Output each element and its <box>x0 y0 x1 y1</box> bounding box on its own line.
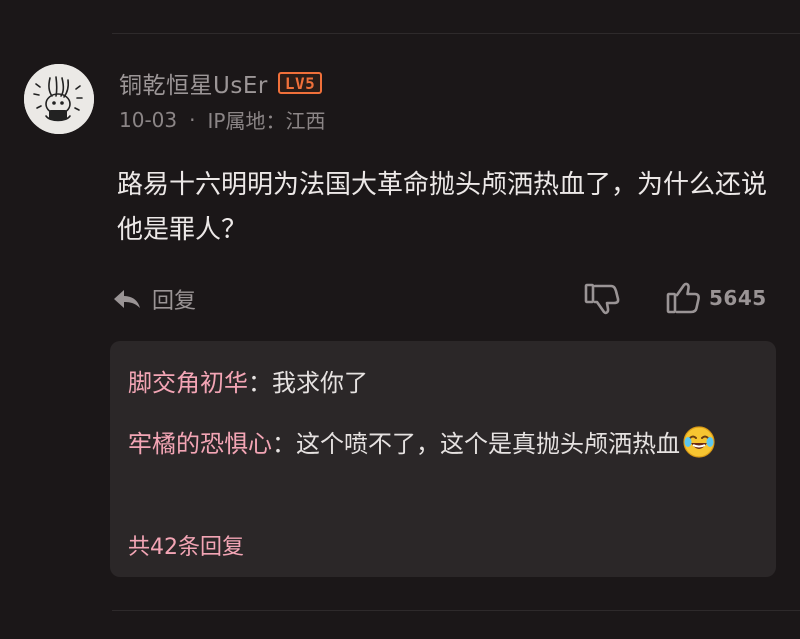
reply-item[interactable]: 脚交角初华：我求你了 <box>128 361 758 406</box>
user-row: 铜乾恒星UsEr LV5 <box>119 66 323 100</box>
comment-date: 10-03 <box>119 107 178 132</box>
top-divider <box>112 33 800 34</box>
level-badge: LV5 <box>277 72 323 94</box>
reply-separator: ： <box>272 430 296 458</box>
thumbs-down-icon <box>584 283 620 315</box>
comment-page: 铜乾恒星UsEr LV5 10-03 · IP属地：江西 路易十六明明为法国大革… <box>0 0 800 639</box>
reply-text: 我求你了 <box>272 369 368 397</box>
reply-arrow-icon <box>114 290 140 308</box>
view-all-replies-link[interactable]: 共42条回复 <box>128 529 244 561</box>
bottom-divider <box>112 610 800 611</box>
rabbit-avatar-icon <box>24 64 94 134</box>
crying-laughing-emoji-icon <box>683 426 715 458</box>
reply-text: 这个喷不了，这个是真抛头颅洒热血 <box>296 430 680 458</box>
comment-meta: 10-03 · IP属地：江西 <box>119 105 325 134</box>
like-button[interactable]: 5645 <box>665 280 767 316</box>
reply-author[interactable]: 脚交角初华 <box>128 369 248 397</box>
ip-location: IP属地：江西 <box>207 109 326 133</box>
like-count: 5645 <box>709 286 767 310</box>
reply-preview-box[interactable]: 脚交角初华：我求你了 牢橘的恐惧心：这个喷不了，这个是真抛头颅洒热血 共42条回… <box>110 341 776 577</box>
reply-separator: ： <box>248 369 272 397</box>
avatar[interactable] <box>24 64 94 134</box>
reply-author[interactable]: 牢橘的恐惧心 <box>128 430 272 458</box>
reply-item[interactable]: 牢橘的恐惧心：这个喷不了，这个是真抛头颅洒热血 <box>128 422 758 467</box>
username[interactable]: 铜乾恒星UsEr <box>119 66 268 100</box>
thumbs-up-icon <box>666 282 700 314</box>
reply-button[interactable]: 回复 <box>112 283 196 315</box>
meta-separator: · <box>189 107 196 132</box>
dislike-button[interactable] <box>583 281 621 317</box>
comment-text[interactable]: 路易十六明明为法国大革命抛头颅洒热血了，为什么还说他是罪人？ <box>117 163 767 253</box>
reply-label: 回复 <box>152 289 197 314</box>
